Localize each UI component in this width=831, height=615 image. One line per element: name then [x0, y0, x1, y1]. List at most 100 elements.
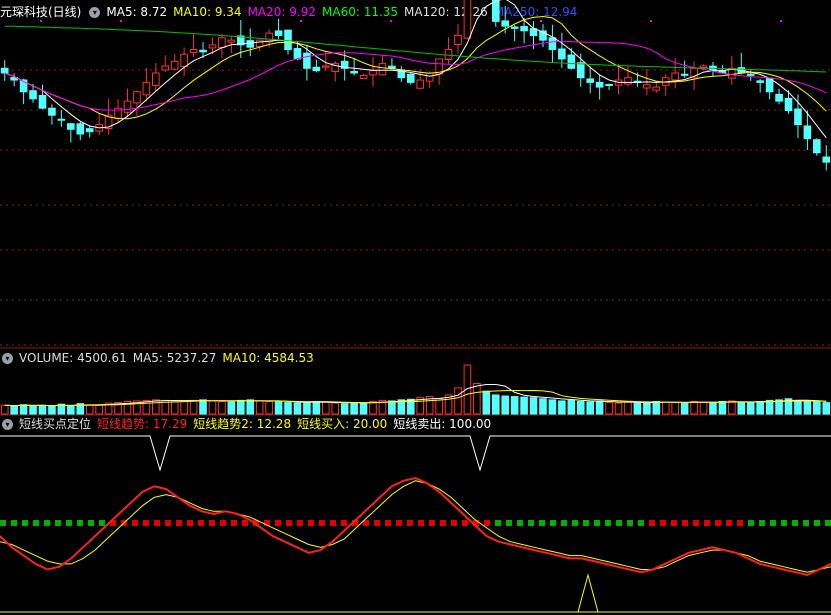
- buy-level-marker: [55, 520, 61, 526]
- volume-bar: [728, 400, 736, 415]
- buy-level-marker: [704, 520, 710, 526]
- volume-bar: [10, 405, 18, 415]
- signal-dot: [650, 20, 652, 22]
- volume-bar: [29, 405, 37, 415]
- candle-body: [463, 0, 472, 39]
- volume-bar: [463, 364, 472, 415]
- buy-level-marker: [319, 520, 325, 526]
- buy-level-marker: [440, 520, 446, 526]
- buy-signal-spike: [577, 573, 599, 613]
- volume-bar: [614, 402, 623, 415]
- buy-level-marker: [99, 520, 105, 526]
- candle-body: [142, 81, 151, 96]
- buy-level-marker: [528, 520, 534, 526]
- volume-bar: [633, 402, 642, 415]
- trend-line: [0, 476, 831, 577]
- volume-bar: [208, 400, 217, 415]
- volume-bar: [746, 402, 755, 415]
- candle-body: [350, 70, 358, 74]
- volume-bar: [624, 401, 632, 415]
- candle-body: [255, 39, 264, 48]
- candle-body: [218, 37, 226, 49]
- sell-signal-line: [0, 435, 831, 472]
- volume-bar: [189, 399, 198, 415]
- volume-bar: [454, 387, 462, 415]
- volume-bar: [227, 401, 236, 415]
- volume-bar: [605, 402, 613, 415]
- volume-bar: [369, 400, 377, 415]
- buy-level-marker: [418, 520, 424, 526]
- buy-level-marker: [176, 520, 182, 526]
- buy-level-marker: [341, 520, 347, 526]
- candle-body: [794, 108, 802, 126]
- candle-body: [680, 73, 689, 76]
- candle-body: [378, 63, 387, 76]
- volume-bar: [756, 400, 764, 415]
- stock-chart-canvas[interactable]: 15.08: [0, 0, 831, 615]
- volume-bar: [491, 394, 500, 415]
- volume-bar: [576, 400, 585, 415]
- candle-body: [558, 48, 566, 60]
- candle-body: [57, 118, 66, 121]
- candle-body: [76, 123, 85, 135]
- buy-level-marker: [682, 520, 688, 526]
- volume-bar: [359, 402, 368, 415]
- buy-level-marker: [0, 520, 6, 526]
- buy-level-marker: [495, 520, 501, 526]
- buy-level-marker: [671, 520, 677, 526]
- candle-body: [416, 79, 425, 89]
- candle-body: [501, 20, 510, 27]
- volume-bar: [293, 402, 302, 415]
- volume-bar: [388, 400, 396, 415]
- volume-bar: [170, 400, 179, 415]
- volume-bar: [737, 401, 746, 415]
- buy-level-marker: [154, 520, 160, 526]
- volume-bar: [236, 399, 245, 415]
- candle-body: [29, 90, 37, 100]
- candle-body: [624, 77, 632, 85]
- buy-level-marker: [462, 520, 468, 526]
- buy-level-marker: [374, 520, 380, 526]
- buy-level-marker: [66, 520, 72, 526]
- volume-bar: [595, 400, 604, 415]
- buy-level-marker: [781, 520, 787, 526]
- candle-body: [595, 81, 604, 88]
- volume-bar: [473, 383, 481, 415]
- candle-body: [406, 73, 415, 83]
- buy-level-marker: [407, 520, 413, 526]
- volume-bar: [529, 397, 538, 415]
- buy-level-marker: [572, 520, 578, 526]
- volume-bar: [510, 396, 519, 415]
- volume-bar: [680, 402, 689, 415]
- buy-level-marker: [22, 520, 28, 526]
- candle-body: [161, 65, 170, 71]
- candle-body: [67, 123, 75, 130]
- candle-body: [48, 107, 56, 116]
- buy-level-marker: [484, 520, 490, 526]
- candle-body: [813, 139, 821, 154]
- buy-level-marker: [737, 520, 743, 526]
- volume-bar: [265, 400, 273, 415]
- volume-bar: [690, 400, 698, 415]
- candle-body: [189, 49, 198, 54]
- candle-body: [510, 26, 519, 29]
- volume-bar: [803, 400, 812, 415]
- signal-dot: [40, 20, 42, 22]
- candle-body: [643, 84, 651, 89]
- buy-level-marker: [396, 520, 402, 526]
- buy-level-marker: [330, 520, 336, 526]
- volume-bar: [548, 399, 557, 415]
- candle-body: [293, 48, 302, 60]
- signal-dot: [390, 20, 392, 22]
- candle-body: [454, 34, 462, 45]
- candle-body: [671, 72, 679, 81]
- buy-level-marker: [748, 520, 754, 526]
- buy-level-marker: [561, 520, 567, 526]
- volume-bar: [19, 404, 28, 415]
- buy-level-marker: [583, 520, 589, 526]
- buy-level-marker: [715, 520, 721, 526]
- candle-body: [756, 80, 764, 83]
- buy-level-marker: [308, 520, 314, 526]
- buy-level-marker: [627, 520, 633, 526]
- buy-level-marker: [660, 520, 666, 526]
